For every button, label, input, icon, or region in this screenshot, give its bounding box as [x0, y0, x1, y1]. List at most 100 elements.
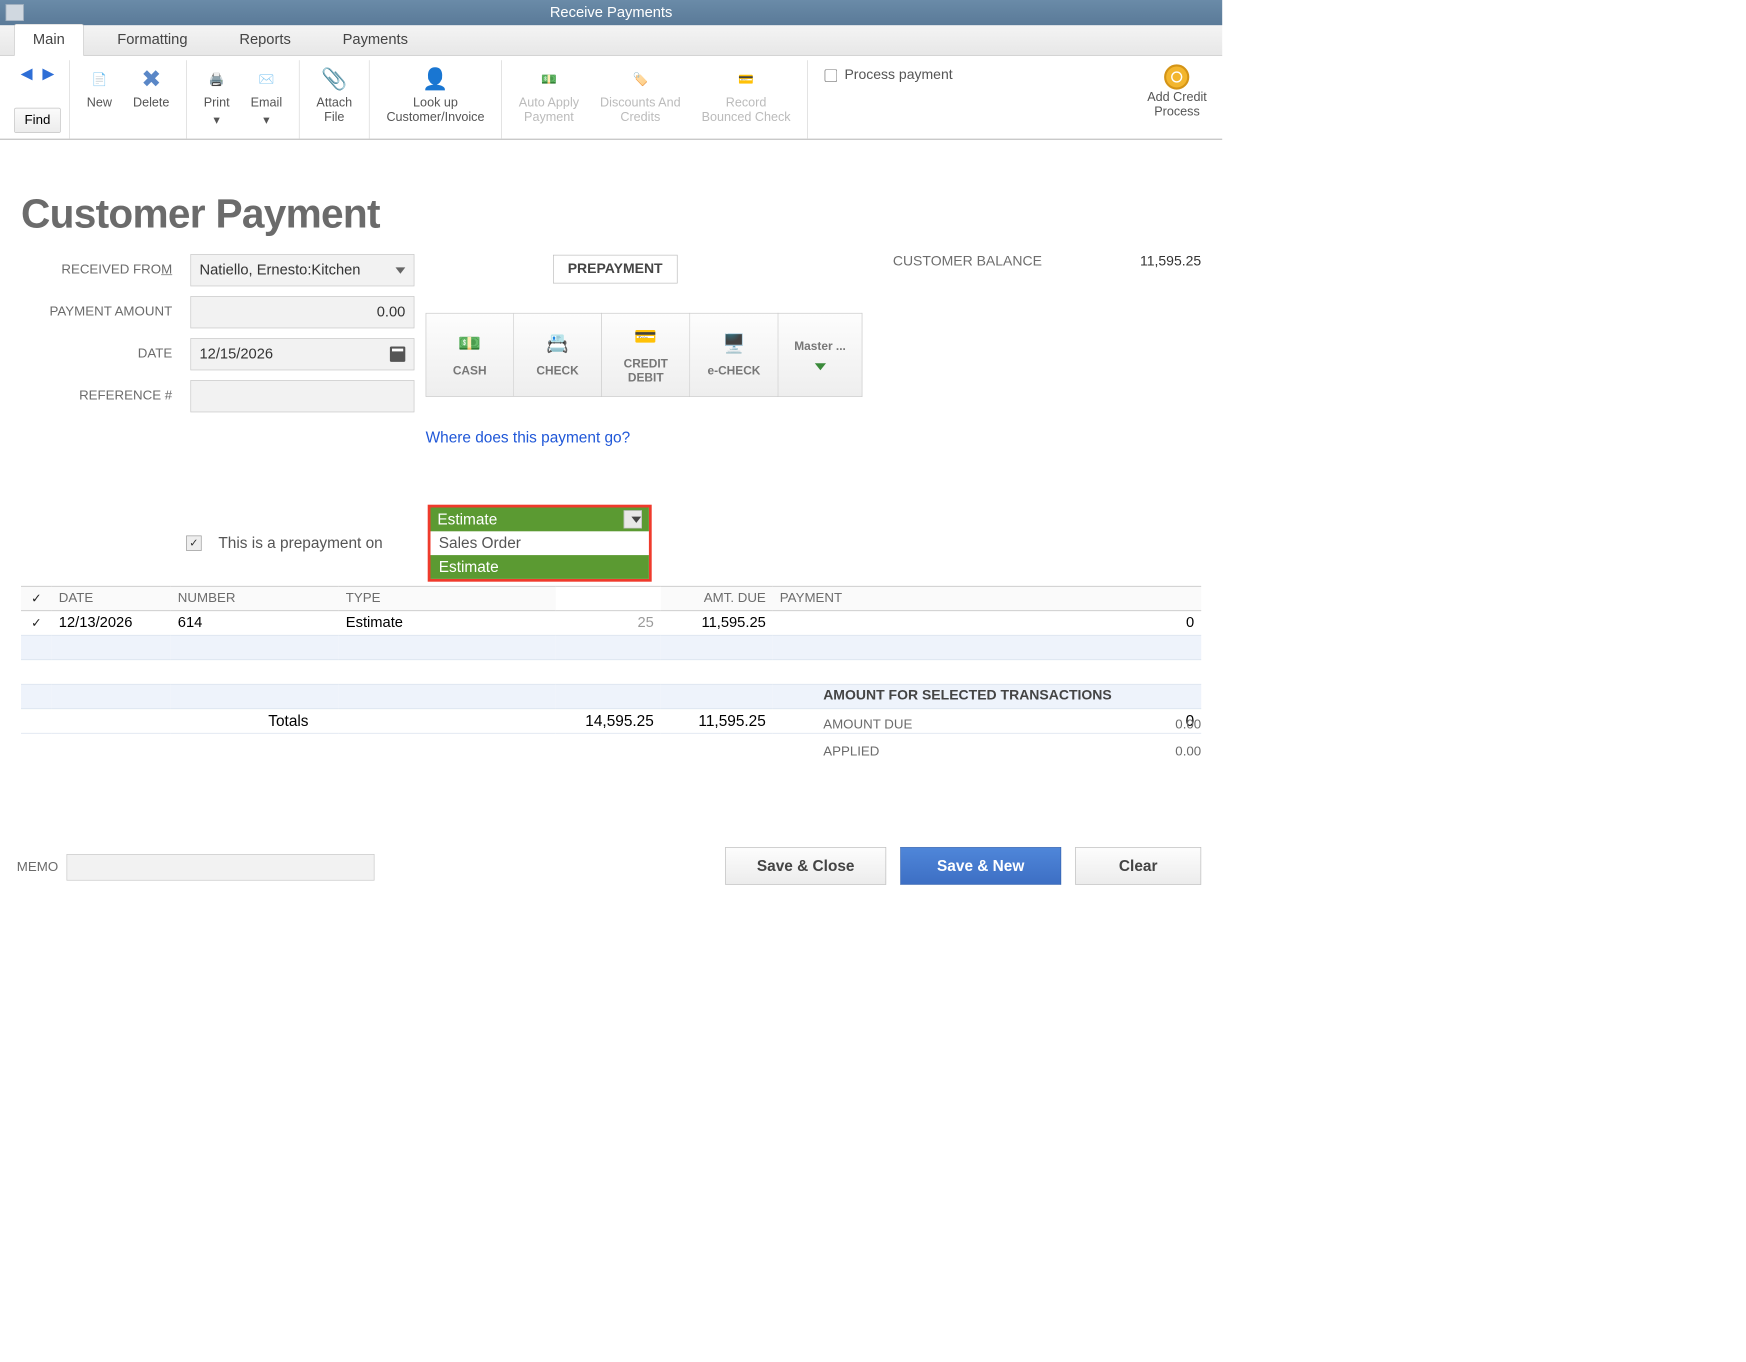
pay-echeck-label: e-CHECK	[708, 364, 761, 378]
attach-file-button[interactable]: 📎 Attach File	[311, 63, 358, 127]
find-group: ◀ ▶ Find	[6, 60, 70, 138]
col-type[interactable]: TYPE	[339, 586, 556, 611]
row-orig: 25	[556, 611, 661, 636]
payment-amount-value: 0.00	[377, 304, 406, 321]
tab-formatting[interactable]: Formatting	[99, 25, 206, 56]
dropdown-option-estimate[interactable]: Estimate	[430, 555, 648, 579]
tab-main[interactable]: Main	[14, 24, 84, 56]
email-button[interactable]: ✉️ Email ▾	[245, 63, 288, 130]
attach-group: 📎 Attach File	[300, 60, 370, 138]
applied-label: APPLIED	[823, 744, 879, 759]
customer-balance-value: 11,595.25	[1140, 253, 1201, 269]
page-title: Customer Payment	[21, 190, 1201, 237]
bounced-label: Record Bounced Check	[702, 95, 791, 124]
credit-card-icon: 💳	[634, 325, 657, 347]
pay-cash-button[interactable]: 💵 CASH	[426, 313, 514, 397]
summary-title: AMOUNT FOR SELECTED TRANSACTIONS	[823, 687, 1201, 703]
send-group: 🖨️ Print ▾ ✉️ Email ▾	[187, 60, 300, 138]
totals-label: Totals	[21, 709, 556, 734]
pay-credit-label: CREDIT DEBIT	[624, 357, 668, 385]
col-check: ✓	[21, 586, 52, 611]
table-row[interactable]	[21, 635, 1201, 660]
date-value: 12/15/2026	[200, 346, 274, 363]
print-button[interactable]: 🖨️ Print ▾	[198, 63, 235, 130]
row-checkmark[interactable]: ✓	[21, 611, 52, 636]
received-from-dropdown[interactable]: Natiello, Ernesto:Kitchen	[190, 254, 414, 286]
totals-due: 11,595.25	[661, 709, 773, 734]
tab-reports[interactable]: Reports	[221, 25, 309, 56]
tab-payments[interactable]: Payments	[324, 25, 426, 56]
window-title: Receive Payments	[550, 4, 673, 21]
pay-check-button[interactable]: 📇 CHECK	[514, 313, 602, 397]
prepayment-type-dropdown[interactable]: Estimate Sales Order Estimate	[428, 505, 652, 582]
table-row[interactable]	[21, 660, 1201, 685]
pay-echeck-button[interactable]: 🖥️ e-CHECK	[690, 313, 778, 397]
attach-label: Attach File	[316, 95, 352, 124]
table-row[interactable]: ✓ 12/13/2026 614 Estimate 25 11,595.25 0	[21, 611, 1201, 636]
reference-label: REFERENCE #	[21, 389, 182, 404]
delete-button[interactable]: ✖ Delete	[127, 63, 175, 113]
process-payment-label: Process payment	[844, 67, 952, 83]
applied-value: 0.00	[1175, 744, 1201, 759]
system-menu-icon[interactable]	[6, 4, 24, 21]
col-number[interactable]: NUMBER	[171, 586, 339, 611]
discount-icon: 🏷️	[632, 66, 648, 93]
check-icon: 📇	[546, 332, 569, 354]
new-label: New	[87, 95, 112, 110]
discounts-label: Discounts And Credits	[600, 95, 681, 124]
amount-due-label: AMOUNT DUE	[823, 718, 912, 733]
prepayment-label: This is a prepayment on	[218, 534, 382, 552]
process-payment-option[interactable]: Process payment	[808, 60, 1137, 138]
payment-amount-input[interactable]: 0.00	[190, 296, 414, 328]
selected-transactions-summary: AMOUNT FOR SELECTED TRANSACTIONS AMOUNT …	[823, 687, 1201, 770]
lookup-label: Look up Customer/Invoice	[386, 95, 484, 124]
email-icon: ✉️	[259, 66, 275, 93]
lookup-customer-button[interactable]: 👤 Look up Customer/Invoice	[381, 63, 490, 127]
lookup-group: 👤 Look up Customer/Invoice	[370, 60, 502, 138]
prepayment-checkbox[interactable]: ✓	[186, 536, 201, 551]
calendar-icon[interactable]	[390, 347, 405, 362]
row-date: 12/13/2026	[52, 611, 171, 636]
pay-more-label: Master ...	[794, 340, 846, 354]
auto-apply-label: Auto Apply Payment	[519, 95, 579, 124]
where-payment-goes-link[interactable]: Where does this payment go?	[426, 428, 631, 446]
col-payment[interactable]: PAYMENT	[773, 586, 1201, 611]
cash-icon: 💵	[458, 332, 481, 354]
row-type: Estimate	[339, 611, 556, 636]
col-amt-due[interactable]: AMT. DUE	[661, 586, 773, 611]
chevron-down-icon	[814, 363, 825, 370]
chevron-down-icon: ▾	[214, 113, 220, 128]
prev-record-icon[interactable]: ◀	[21, 64, 33, 82]
chevron-down-icon: ▾	[263, 113, 269, 128]
new-button[interactable]: 📄 New	[81, 63, 117, 113]
col-date[interactable]: DATE	[52, 586, 171, 611]
chevron-down-icon[interactable]	[624, 510, 642, 528]
pay-more-button[interactable]: Master ...	[778, 313, 862, 397]
row-payment[interactable]: 0	[773, 611, 1201, 636]
find-button[interactable]: Find	[14, 108, 61, 133]
lookup-icon: 👤	[422, 66, 448, 93]
save-close-button[interactable]: Save & Close	[725, 847, 886, 885]
email-label: Email	[251, 95, 283, 110]
row-due: 11,595.25	[661, 611, 773, 636]
add-credit-process-button[interactable]: Add Credit Process	[1137, 60, 1216, 138]
next-record-icon[interactable]: ▶	[42, 64, 54, 82]
clear-button[interactable]: Clear	[1075, 847, 1201, 885]
amount-due-value: 0.00	[1175, 718, 1201, 733]
customer-balance-label: CUSTOMER BALANCE	[893, 253, 1042, 269]
date-input[interactable]: 12/15/2026	[190, 338, 414, 370]
money-icon: 💵	[541, 66, 557, 93]
printer-icon: 🖨️	[209, 66, 225, 93]
save-new-button[interactable]: Save & New	[900, 847, 1061, 885]
discounts-credits-button: 🏷️ Discounts And Credits	[594, 63, 686, 127]
page-body: Customer Payment PREPAYMENT CUSTOMER BAL…	[0, 190, 1222, 733]
pay-credit-button[interactable]: 💳 CREDIT DEBIT	[602, 313, 690, 397]
action-bar: Save & Close Save & New Clear	[725, 847, 1201, 885]
dropdown-option-sales-order[interactable]: Sales Order	[430, 531, 648, 555]
memo-input[interactable]	[67, 854, 375, 881]
process-payment-checkbox[interactable]	[825, 69, 838, 82]
delete-icon: ✖	[141, 66, 161, 93]
bounced-check-button: 💳 Record Bounced Check	[696, 63, 796, 127]
reference-input[interactable]	[190, 380, 414, 412]
totals-orig: 14,595.25	[556, 709, 661, 734]
